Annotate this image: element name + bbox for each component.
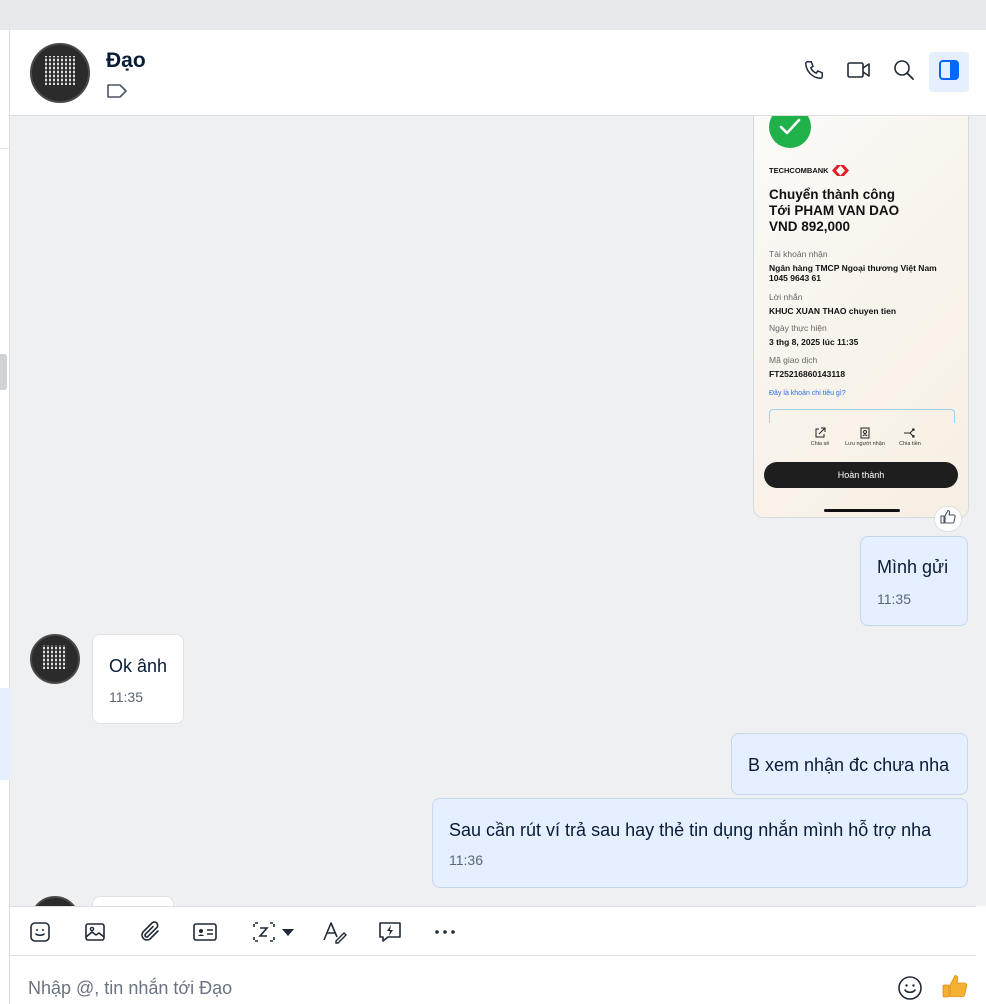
save-recipient-icon: [860, 427, 870, 439]
sticker-button[interactable]: [25, 919, 55, 945]
more-icon: [435, 930, 455, 934]
message-bubble-incoming[interactable]: [92, 896, 174, 906]
done-button: Hoàn thành: [764, 462, 958, 488]
message-label: Lời nhắn: [769, 292, 803, 302]
receipt-panel: [769, 409, 955, 423]
quick-message-button[interactable]: [375, 919, 405, 945]
emoji-icon: [898, 976, 922, 1000]
sidebar-toggle-button[interactable]: [929, 52, 969, 92]
selected-conversation-edge[interactable]: [0, 688, 10, 780]
reaction-button[interactable]: [934, 506, 962, 532]
share-icon: [815, 427, 826, 438]
thumbs-up-outline-icon: [940, 509, 956, 530]
screenshot-icon: [253, 922, 275, 942]
receipt-title: Chuyển thành công Tới PHAM VAN DAO VND 8…: [769, 187, 959, 235]
bank-name: TECHCOMBANK: [769, 166, 829, 175]
receipt-status: Chuyển thành công: [769, 187, 895, 202]
contact-card-icon: [193, 923, 217, 941]
techcombank-logo-icon: [831, 165, 849, 176]
emoji-button[interactable]: [896, 974, 924, 1002]
search-button[interactable]: [884, 52, 924, 92]
composer-toolbar: [10, 906, 976, 956]
message-text: Ok ânh: [109, 656, 168, 676]
image-button[interactable]: [80, 919, 110, 945]
receipt-actions: Chia sẻ Lưu người nhận Chia tiền: [800, 427, 930, 447]
spending-category-link: Đây là khoản chi tiêu gì?: [769, 390, 846, 397]
date-value: 3 thg 8, 2025 lúc 11:35: [769, 337, 859, 347]
txn-label: Mã giao dịch: [769, 355, 818, 365]
more-button[interactable]: [430, 919, 460, 945]
bank-logo: TECHCOMBANK: [769, 165, 849, 176]
screenshot-button[interactable]: [246, 919, 300, 945]
contact-card-button[interactable]: [190, 919, 220, 945]
share-label: Chia sẻ: [810, 441, 830, 447]
message-text: Sau cần rút ví trả sau hay thẻ tin dụng …: [449, 820, 932, 840]
split-money-label: Chia tiền: [899, 441, 921, 447]
scrollbar-thumb[interactable]: [0, 354, 7, 390]
txn-value: FT25216860143118: [769, 369, 846, 379]
toolbar-edge: [976, 906, 986, 956]
message-text: B xem nhận đc chưa nha: [748, 755, 950, 775]
receipt-recipient: Tới PHAM VAN DAO: [769, 203, 900, 218]
attachment-button[interactable]: [135, 919, 165, 945]
success-check-icon: [769, 116, 811, 148]
account-label: Tài khoản nhận: [769, 249, 828, 259]
account-value: Ngân hàng TMCP Ngoại thương Việt Nam 104…: [769, 263, 968, 283]
share-action: Chia sẻ: [800, 427, 840, 447]
contact-avatar[interactable]: [30, 43, 90, 103]
chevron-down-icon: [282, 929, 294, 936]
tag-icon[interactable]: [106, 82, 128, 100]
receipt-amount: VND 892,000: [769, 219, 851, 234]
conversation-list-edge: [0, 30, 10, 1004]
message-bubble-incoming[interactable]: Ok ânh 11:35: [92, 634, 184, 724]
message-list[interactable]: TECHCOMBANK Chuyển thành công Tới PHAM V…: [10, 116, 986, 906]
window-top-bar: [0, 0, 986, 30]
message-bubble-outgoing[interactable]: Sau cần rút ví trả sau hay thẻ tin dụng …: [432, 798, 968, 888]
phone-icon: [803, 59, 825, 86]
account-number: 1045 9643 61: [769, 273, 821, 283]
video-call-icon: [846, 59, 872, 86]
sender-avatar[interactable]: [30, 896, 80, 906]
message-bubble-outgoing[interactable]: B xem nhận đc chưa nha: [731, 733, 968, 795]
save-recipient-label: Lưu người nhận: [845, 441, 885, 447]
message-time: 11:35: [877, 591, 911, 607]
message-input[interactable]: Nhập @, tin nhắn tới Đạo: [28, 978, 232, 999]
thumbs-up-icon: [942, 975, 968, 998]
message-input-area[interactable]: Nhập @, tin nhắn tới Đạo: [10, 956, 986, 1004]
format-text-icon: [323, 922, 347, 944]
message-value: KHUC XUAN THAO chuyen tien: [769, 306, 897, 316]
save-recipient-action: Lưu người nhận: [845, 427, 885, 447]
send-like-button[interactable]: [940, 972, 970, 1002]
chat-header: Đạo: [10, 30, 986, 116]
message-text: Mình gửi: [877, 557, 949, 577]
phone-call-button[interactable]: [794, 52, 834, 92]
message-bubble-outgoing[interactable]: Mình gửi 11:35: [860, 536, 968, 626]
message-time: 11:35: [109, 689, 143, 705]
sender-avatar[interactable]: [30, 634, 80, 684]
home-indicator: [824, 509, 900, 512]
video-call-button[interactable]: [839, 52, 879, 92]
quick-message-icon: [379, 922, 401, 942]
image-icon: [85, 923, 105, 941]
date-label: Ngày thực hiện: [769, 323, 827, 333]
account-bank: Ngân hàng TMCP Ngoại thương Việt Nam: [769, 263, 937, 273]
contact-name[interactable]: Đạo: [106, 49, 146, 73]
divider: [0, 148, 10, 149]
sidebar-toggle-icon: [938, 59, 960, 86]
split-money-icon: [904, 428, 915, 438]
format-text-button[interactable]: [320, 919, 350, 945]
message-time: 11:36: [449, 852, 483, 868]
image-message-receipt[interactable]: TECHCOMBANK Chuyển thành công Tới PHAM V…: [753, 116, 969, 518]
split-money-action: Chia tiền: [890, 427, 930, 447]
search-icon: [893, 59, 915, 86]
attachment-icon: [141, 921, 159, 941]
sticker-icon: [30, 922, 50, 942]
